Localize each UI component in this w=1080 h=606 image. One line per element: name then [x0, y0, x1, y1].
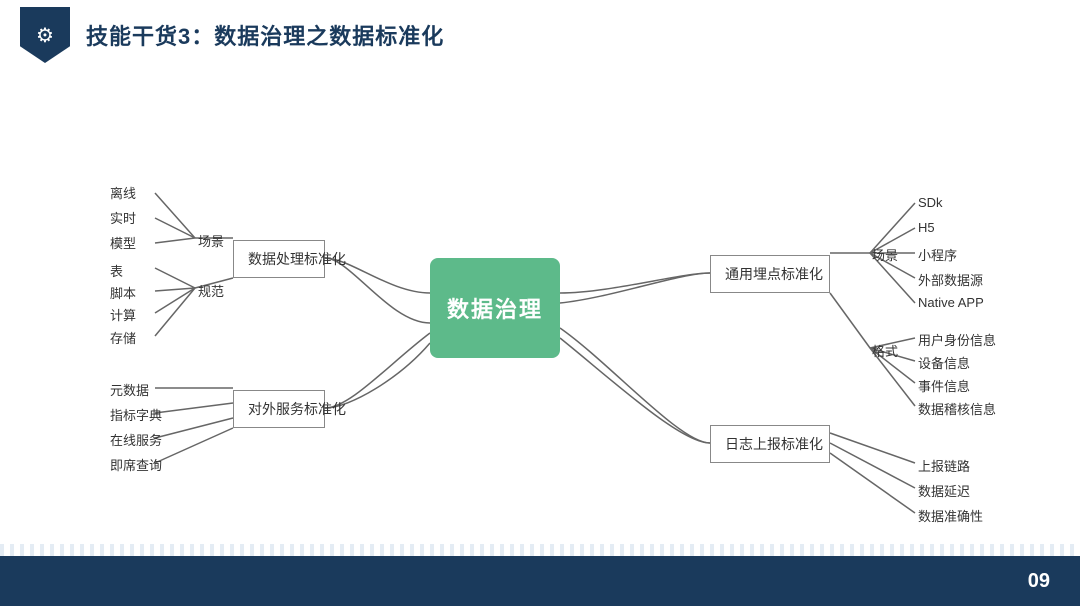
leaf-offline: 离线 [110, 183, 136, 202]
leaf-script: 脚本 [110, 283, 136, 302]
leaf-sdk: SDk [918, 195, 943, 210]
leaf-external-datasource: 外部数据源 [918, 270, 983, 289]
leaf-realtime: 实时 [110, 208, 136, 227]
leaf-indicator: 指标字典 [110, 405, 162, 424]
leaf-storage: 存储 [110, 328, 136, 347]
center-node: 数据治理 [430, 258, 560, 358]
label-norm-left: 规范 [198, 281, 224, 300]
leaf-event-info: 事件信息 [918, 376, 970, 395]
leaf-miniapp: 小程序 [918, 245, 957, 264]
leaf-table: 表 [110, 261, 123, 280]
leaf-h5: H5 [918, 220, 935, 235]
branch-log-reporting: 日志上报标准化 [710, 425, 830, 463]
main-content: 数据治理 数据处理标准化 对外服务标准化 通用埋点标准化 日志上报标准化 场景 … [0, 70, 1080, 556]
footer: 09 [0, 556, 1080, 606]
footer-decoration [0, 544, 1080, 556]
branch-data-processing: 数据处理标准化 [233, 240, 325, 278]
page-number: 09 [1028, 570, 1050, 593]
leaf-user-identity: 用户身份信息 [918, 330, 996, 349]
branch-general-tracking: 通用埋点标准化 [710, 255, 830, 293]
leaf-report-chain: 上报链路 [918, 456, 970, 475]
leaf-adhoc: 即席查询 [110, 455, 162, 474]
mindmap: 数据治理 数据处理标准化 对外服务标准化 通用埋点标准化 日志上报标准化 场景 … [50, 83, 1030, 543]
header-title: 技能干货3：数据治理之数据标准化 [86, 19, 444, 51]
leaf-online-service: 在线服务 [110, 430, 162, 449]
leaf-metadata: 元数据 [110, 380, 149, 399]
label-scene-right: 场景 [872, 245, 898, 264]
logo-icon: ⚙ [36, 23, 54, 48]
logo-shield: ⚙ [20, 7, 70, 63]
label-format-right: 格式 [872, 341, 898, 360]
leaf-data-delay: 数据延迟 [918, 481, 970, 500]
leaf-data-audit: 数据稽核信息 [918, 399, 996, 418]
leaf-data-accuracy: 数据准确性 [918, 506, 983, 525]
leaf-native-app: Native APP [918, 295, 984, 310]
label-scene-left: 场景 [198, 231, 224, 250]
branch-external-service: 对外服务标准化 [233, 390, 325, 428]
leaf-compute: 计算 [110, 305, 136, 324]
leaf-device-info: 设备信息 [918, 353, 970, 372]
header: ⚙ 技能干货3：数据治理之数据标准化 [0, 0, 1080, 70]
leaf-model: 模型 [110, 233, 136, 252]
